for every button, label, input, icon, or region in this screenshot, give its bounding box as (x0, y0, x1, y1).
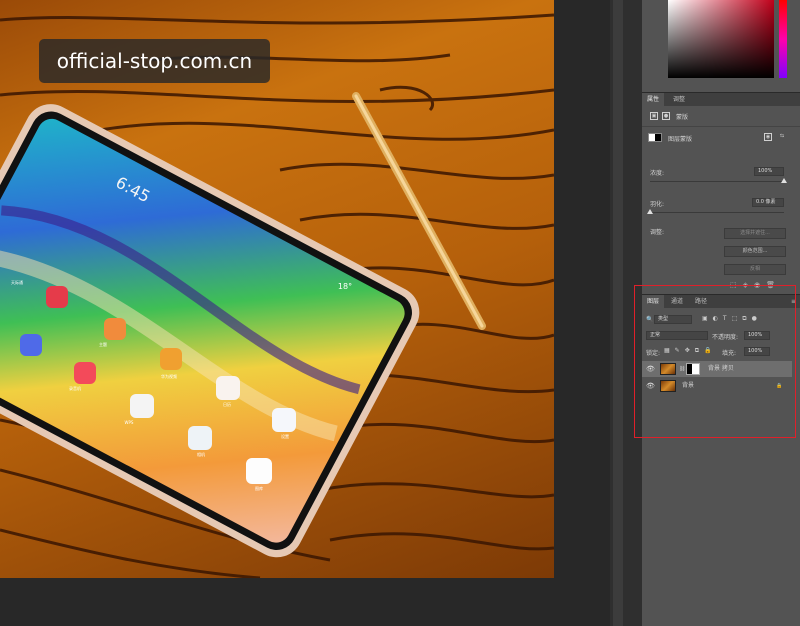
lock-paint-icon[interactable]: ✎ (675, 347, 685, 354)
feather-slider[interactable] (647, 209, 784, 214)
layer-row[interactable]: 👁 背景 🔒 (642, 378, 792, 394)
properties-panel-tabs: 属性 调整 (642, 92, 800, 107)
lock-label: 锁定: (646, 350, 661, 357)
tablet-app-icon (188, 426, 212, 450)
feather-field[interactable]: 0.0 像素 (752, 198, 784, 207)
color-range-button[interactable]: 颜色范围... (724, 246, 786, 257)
tablet-app-label: 图库 (255, 486, 263, 491)
document-image[interactable]: official-stop.com.cn 6:45 18° 主题 华为视频 录音… (0, 0, 554, 578)
tablet-app-icon (246, 458, 272, 484)
tablet-app-label: 设置 (281, 434, 289, 439)
opacity-field[interactable]: 100% (744, 331, 770, 340)
filter-type-icon[interactable]: T (723, 315, 732, 322)
filter-toggle-icon[interactable]: ● (752, 315, 762, 322)
tablet-weather: 18° (337, 282, 353, 291)
layer-name[interactable]: 背景 (682, 378, 694, 394)
filter-shape-icon[interactable]: ⬚ (732, 315, 743, 322)
apply-mask-icon[interactable]: ◉ (764, 133, 772, 141)
color-picker-hue-slider[interactable] (779, 0, 787, 78)
apply-icon[interactable]: ◈ (743, 281, 754, 289)
tablet-app-icon (46, 286, 68, 308)
tablet-app-icon (216, 376, 240, 400)
mask-thumbnail-icon (648, 133, 662, 142)
filter-pixel-icon[interactable]: ▣ (702, 315, 713, 322)
lock-transparent-icon[interactable]: ▦ (664, 347, 675, 354)
tablet-app-label: 相机 (197, 452, 205, 457)
panel-menu-icon[interactable]: ≡ (786, 295, 800, 309)
density-slider[interactable] (650, 178, 787, 183)
density-slider-knob[interactable] (781, 178, 787, 183)
tablet-app-icon (104, 318, 126, 340)
mask-name: 图层蒙版 (668, 136, 693, 143)
eye-icon[interactable]: 👁 (646, 361, 655, 377)
fill-label: 填充: (722, 350, 737, 357)
divider (642, 126, 800, 127)
layer-filter-icons: ▣◐T⬚⧉● (702, 315, 762, 323)
tablet-app-icon (74, 362, 96, 384)
layer-name[interactable]: 背景 拷贝 (708, 361, 734, 377)
pixel-mask-icon[interactable]: ▣ (650, 112, 658, 120)
tablet-app-icon (160, 348, 182, 370)
delete-icon[interactable]: 🗑 (766, 281, 781, 289)
filter-smart-icon[interactable]: ⧉ (742, 315, 751, 322)
fill-field[interactable]: 100% (744, 347, 770, 356)
tablet-app-label: 华为视频 (161, 374, 177, 379)
tab-paths[interactable]: 路径 (690, 295, 712, 309)
dock-scrollbar[interactable] (613, 0, 623, 626)
layer-mask-thumbnail[interactable] (686, 363, 700, 375)
layer-filter-kind[interactable]: 类型 (654, 315, 692, 324)
properties-type-label: 蒙版 (676, 114, 689, 121)
feather-label: 羽化: (650, 201, 665, 208)
lock-icon: 🔒 (776, 383, 783, 389)
filter-adjustment-icon[interactable]: ◐ (713, 315, 723, 322)
properties-footer-icons: ⬚◈◉🗑 (730, 281, 781, 289)
blend-mode-select[interactable]: 正常 (646, 331, 708, 340)
density-label: 浓度: (650, 170, 665, 177)
refine-label: 调整: (650, 229, 665, 236)
tablet-app-icon (130, 394, 154, 418)
lock-artboard-icon[interactable]: ⧉ (695, 347, 704, 354)
density-field[interactable]: 100% (754, 167, 784, 176)
layers-panel-tabs: 图层 通道 路径 ≡ (642, 294, 800, 309)
watermark-label: official-stop.com.cn (39, 39, 270, 83)
tab-properties[interactable]: 属性 (642, 93, 665, 107)
visibility-icon[interactable]: ◉ (754, 281, 766, 289)
lock-all-icon[interactable]: 🔒 (704, 347, 716, 354)
invert-button[interactable]: 反相 (724, 264, 786, 275)
opacity-label: 不透明度: (712, 334, 739, 341)
tab-channels[interactable]: 通道 (666, 295, 688, 309)
layer-thumbnail (660, 363, 676, 375)
vector-mask-icon[interactable]: ● (662, 112, 670, 120)
canvas-area[interactable]: official-stop.com.cn 6:45 18° 主题 华为视频 录音… (0, 0, 610, 626)
search-icon: 🔍 (646, 316, 654, 323)
chain-link-icon[interactable]: ⛓ (679, 361, 685, 377)
tablet-app-label: 天际通 (11, 280, 23, 285)
lock-icons: ▦✎✥⧉🔒 (664, 347, 717, 355)
load-selection-icon[interactable]: ⬚ (730, 281, 743, 289)
layer-thumbnail (660, 380, 676, 392)
eye-icon[interactable]: 👁 (646, 378, 655, 394)
link-mask-icon[interactable]: ⇆ (778, 133, 786, 141)
lock-position-icon[interactable]: ✥ (685, 347, 695, 354)
layer-row[interactable]: 👁 ⛓ 背景 拷贝 (642, 361, 792, 377)
tablet-app-icon (20, 334, 42, 356)
tablet-app-label: WPS (124, 420, 134, 425)
tablet-app-label: 录音机 (69, 386, 81, 391)
color-picker-field[interactable] (668, 0, 774, 78)
right-panels: 属性 调整 ▣ ● 蒙版 图层蒙版 ◉ ⇆ 浓度: 100% 羽化: 0.0 像… (642, 0, 800, 626)
tablet-app-icon (272, 408, 296, 432)
select-and-mask-button[interactable]: 选择并遮住... (724, 228, 786, 239)
tab-layers[interactable]: 图层 (642, 295, 665, 309)
photo-wood-table (0, 13, 554, 578)
panel-dock-gutter (610, 0, 642, 626)
tablet-app-label: 日历 (223, 402, 231, 407)
feather-slider-knob[interactable] (647, 209, 653, 214)
tablet-app-label: 主题 (99, 342, 107, 347)
tab-adjustments[interactable]: 调整 (668, 93, 690, 107)
